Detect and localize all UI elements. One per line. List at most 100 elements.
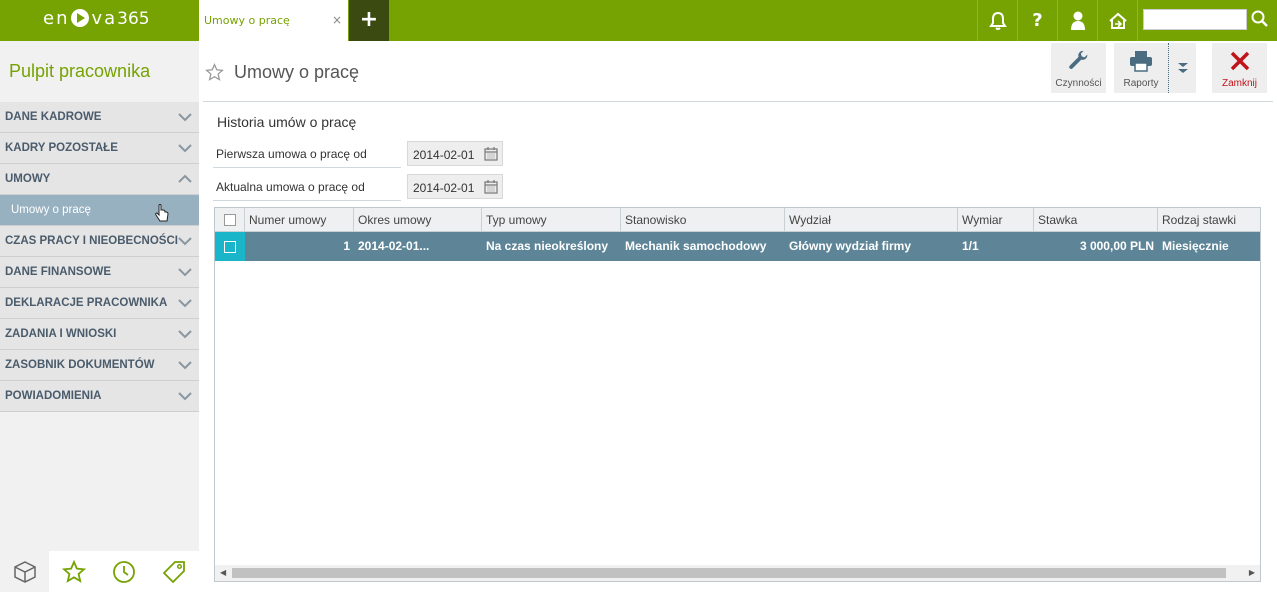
field-underline [213, 200, 401, 201]
sidebar-item-label: UMOWY [5, 173, 51, 185]
sidebar-item-czas-pracy[interactable]: CZAS PRACY I NIEOBECNOŚCI [0, 226, 199, 257]
chevron-down-icon [178, 299, 192, 308]
search-icon [1251, 10, 1268, 27]
column-header-typ[interactable]: Typ umowy [482, 208, 621, 232]
notifications-button[interactable] [977, 0, 1017, 41]
scrollbar-thumb[interactable] [232, 568, 1226, 578]
field-label-current-contract: Aktualna umowa o pracę od [216, 180, 365, 194]
grid-header: Numer umowy Okres umowy Typ umowy Stanow… [215, 208, 1260, 232]
column-header-okres[interactable]: Okres umowy [354, 208, 482, 232]
star-icon [62, 559, 86, 583]
cell-okres: 2014-02-01... [358, 239, 430, 253]
tab-umowy-o-prace[interactable]: Umowy o pracę × [199, 0, 348, 41]
help-button[interactable]: ? [1017, 0, 1057, 41]
reports-label: Raporty [1123, 78, 1159, 89]
search-input[interactable] [1143, 9, 1247, 30]
sidebar-item-label: CZAS PRACY I NIEOBECNOŚCI [5, 235, 178, 247]
first-contract-date-field[interactable]: 2014-02-01 [407, 141, 503, 166]
user-button[interactable] [1057, 0, 1097, 41]
select-all-checkbox[interactable] [223, 214, 236, 226]
logo-number: 365 [117, 9, 150, 29]
sidebar-item-powiadomienia[interactable]: POWIADOMIENIA [0, 381, 199, 412]
sidebar-subitem-umowy-o-prace[interactable]: Umowy o pracę [0, 195, 199, 226]
tab-close-icon[interactable]: × [332, 13, 342, 27]
contracts-grid: Numer umowy Okres umowy Typ umowy Stanow… [214, 207, 1261, 582]
sidebar-item-dane-finansowe[interactable]: DANE FINANSOWE [0, 257, 199, 288]
logo-play-icon [71, 9, 90, 27]
horizontal-scrollbar[interactable]: ◀ ▶ [215, 565, 1260, 581]
favorites-button[interactable] [49, 551, 99, 592]
logo-text-part2: va [91, 8, 118, 29]
close-button[interactable]: Zamknij [1212, 43, 1267, 93]
reports-dropdown-button[interactable] [1168, 43, 1196, 93]
page-header: Umowy o pracę Czynności Raporty Zamknij [203, 41, 1273, 102]
page-title: Umowy o pracę [234, 62, 360, 82]
clock-icon [113, 560, 135, 583]
column-header-stawka[interactable]: Stawka [1034, 208, 1158, 232]
cell-rodzaj: Miesięcznie [1162, 239, 1229, 253]
chevron-down-icon [178, 237, 192, 246]
sidebar-item-label: DANE FINANSOWE [5, 266, 112, 278]
sidebar-footer [0, 551, 199, 592]
home-icon [1108, 12, 1127, 29]
tag-icon [162, 560, 185, 583]
chevron-up-icon [178, 174, 192, 183]
sidebar-item-label: DANE KADROWE [5, 111, 102, 123]
top-bar: en va365 Umowy o pracę × + ? [0, 0, 1277, 41]
column-header-stanowisko[interactable]: Stanowisko [621, 208, 785, 232]
row-checkbox[interactable] [224, 240, 236, 253]
hand-cursor-icon [155, 204, 169, 222]
sidebar-item-label: DEKLARACJE PRACOWNIKA [5, 297, 168, 309]
scroll-right-icon[interactable]: ▶ [1249, 568, 1255, 577]
add-tab-button[interactable]: + [349, 0, 389, 41]
modules-button[interactable] [0, 551, 50, 592]
actions-button[interactable]: Czynności [1051, 43, 1106, 93]
sidebar-item-label: POWIADOMIENIA [5, 390, 102, 402]
logo-text-part1: en [43, 8, 70, 29]
select-all-cell [215, 208, 245, 232]
first-contract-date-value: 2014-02-01 [413, 148, 475, 162]
bell-icon [988, 11, 1007, 30]
table-row[interactable]: 1 2014-02-01... Na czas nieokreślony Mec… [215, 232, 1260, 261]
current-contract-date-field[interactable]: 2014-02-01 [407, 174, 503, 199]
field-underline [213, 167, 401, 168]
favorite-star-icon[interactable] [205, 63, 224, 82]
sidebar-item-zadania[interactable]: ZADANIA I WNIOSKI [0, 319, 199, 350]
sidebar-item-deklaracje[interactable]: DEKLARACJE PRACOWNIKA [0, 288, 199, 319]
calendar-icon[interactable] [484, 180, 498, 194]
sidebar-item-zasobnik[interactable]: ZASOBNIK DOKUMENTÓW [0, 350, 199, 381]
current-contract-date-value: 2014-02-01 [413, 181, 475, 195]
cell-typ: Na czas nieokreślony [486, 239, 609, 253]
cell-stanowisko: Mechanik samochodowy [625, 239, 767, 253]
app-logo[interactable]: en va365 [43, 8, 150, 29]
column-header-wydzial[interactable]: Wydział [785, 208, 958, 232]
history-button[interactable] [99, 551, 149, 592]
cell-stawka: 3 000,00 PLN [1079, 239, 1154, 253]
chevron-down-icon [178, 392, 192, 401]
cell-numer: 1 [343, 239, 350, 253]
chevron-down-icon [178, 113, 192, 122]
field-label-first-contract: Pierwsza umowa o pracę od [216, 147, 367, 161]
chevron-down-icon [178, 268, 192, 277]
wrench-icon [1068, 50, 1087, 70]
chevron-down-icon [178, 361, 192, 370]
sidebar-title: Pulpit pracownika [9, 61, 151, 81]
sidebar-item-dane-kadrowe[interactable]: DANE KADROWE [0, 102, 199, 133]
tags-button[interactable] [149, 551, 199, 592]
reports-button[interactable]: Raporty [1114, 43, 1168, 93]
column-header-wymiar[interactable]: Wymiar [958, 208, 1034, 232]
user-icon [1070, 11, 1085, 30]
calendar-icon[interactable] [484, 147, 498, 161]
column-header-numer[interactable]: Numer umowy [245, 208, 354, 232]
chevron-down-icon [178, 144, 192, 153]
sidebar-item-umowy[interactable]: UMOWY [0, 164, 199, 195]
search-button[interactable] [1249, 7, 1271, 31]
scroll-left-icon[interactable]: ◀ [220, 568, 226, 577]
column-header-rodzaj[interactable]: Rodzaj stawki [1158, 208, 1260, 232]
sidebar-item-label: ZADANIA I WNIOSKI [5, 328, 117, 340]
sidebar-item-label: KADRY POZOSTAŁE [5, 142, 118, 154]
home-button[interactable] [1097, 0, 1137, 41]
cell-wydzial: Główny wydział firmy [789, 239, 912, 253]
double-chevron-down-icon [1177, 63, 1188, 73]
sidebar-item-kadry-pozostale[interactable]: KADRY POZOSTAŁE [0, 133, 199, 164]
